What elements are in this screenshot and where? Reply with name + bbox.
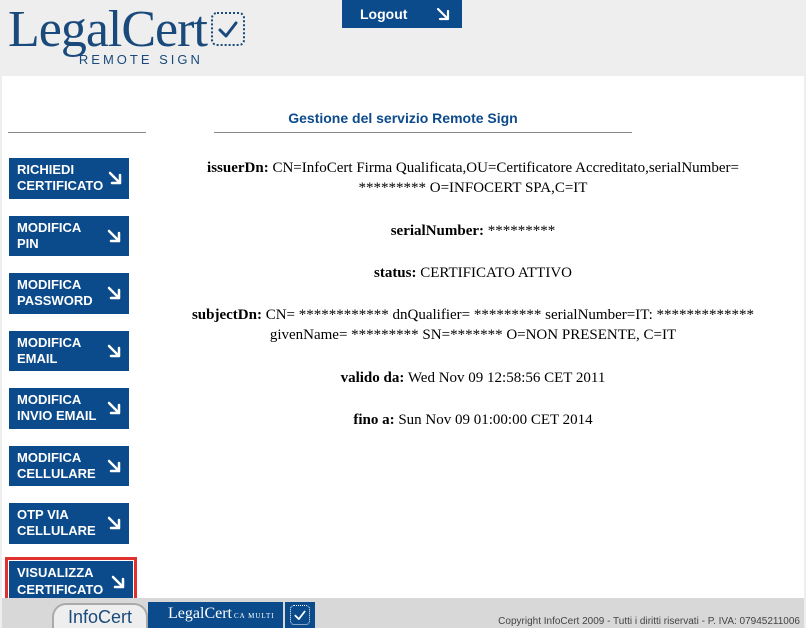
issuer-row: issuerDn: CN=InfoCert Firma Qualificata,…	[182, 158, 764, 199]
serial-row: serialNumber: *********	[182, 221, 764, 241]
sidebar-item-label: MODIFICA EMAIL	[17, 335, 105, 368]
sidebar-item[interactable]: OTP VIA CELLULARE	[9, 503, 129, 544]
infocert-logo: InfoCert	[52, 603, 148, 628]
footer-copyright: Copyright InfoCert 2009 - Tutti i diritt…	[498, 616, 804, 628]
divider	[214, 132, 632, 133]
status-row: status: CERTIFICATO ATTIVO	[182, 263, 764, 283]
sidebar-item-label: MODIFICA CELLULARE	[17, 450, 105, 483]
validto-row: fino a: Sun Nov 09 01:00:00 CET 2014	[182, 410, 764, 430]
sidebar-item[interactable]: MODIFICA PASSWORD	[9, 273, 129, 314]
arrow-icon	[105, 342, 123, 360]
sidebar-item-label: RICHIEDI CERTIFICATO	[17, 162, 107, 195]
sidebar-item[interactable]: MODIFICA PIN	[9, 216, 129, 257]
arrow-icon	[434, 5, 452, 23]
certificate-detail: issuerDn: CN=InfoCert Firma Qualificata,…	[142, 136, 804, 620]
logout-button[interactable]: Logout	[342, 0, 462, 28]
sidebar: RICHIEDI CERTIFICATO MODIFICA PIN MODIFICA…	[2, 136, 142, 620]
sidebar-item[interactable]: MODIFICA INVIO EMAIL	[9, 388, 129, 429]
sidebar-item[interactable]: RICHIEDI CERTIFICATO	[9, 158, 129, 199]
footer: InfoCert LegalCert CA MULTI Copyright In…	[2, 598, 804, 628]
subject-row: subjectDn: CN= ************ dnQualifier=…	[182, 305, 764, 346]
header: LegalCert REMOTE SIGN Logout	[0, 0, 806, 76]
page-title: Gestione del servizio Remote Sign	[2, 76, 804, 136]
sidebar-item[interactable]: MODIFICA CELLULARE	[9, 446, 129, 487]
sidebar-item-label: VISUALIZZA CERTIFICATO	[17, 565, 109, 598]
arrow-icon	[105, 399, 123, 417]
brand-logo: LegalCert REMOTE SIGN	[8, 4, 245, 67]
arrow-icon	[107, 169, 123, 187]
logout-label: Logout	[360, 6, 407, 22]
legalcert-logo: LegalCert CA MULTI	[148, 602, 283, 628]
arrow-icon	[105, 284, 123, 302]
arrow-icon	[105, 514, 123, 532]
arrow-icon	[105, 227, 123, 245]
sidebar-item-label: MODIFICA PASSWORD	[17, 277, 105, 310]
check-icon	[211, 12, 245, 46]
sidebar-item[interactable]: MODIFICA EMAIL	[9, 331, 129, 372]
divider	[8, 132, 146, 133]
validfrom-row: valido da: Wed Nov 09 12:58:56 CET 2011	[182, 368, 764, 388]
footer-check-icon	[285, 602, 315, 628]
sidebar-item-label: MODIFICA PIN	[17, 220, 105, 253]
sidebar-item-label: OTP VIA CELLULARE	[17, 507, 105, 540]
content: Gestione del servizio Remote Sign RICHIE…	[2, 76, 804, 620]
sidebar-item-label: MODIFICA INVIO EMAIL	[17, 392, 105, 425]
arrow-icon	[105, 457, 123, 475]
arrow-icon	[109, 573, 127, 591]
brand-name: LegalCert	[8, 4, 207, 56]
sidebar-item[interactable]: VISUALIZZA CERTIFICATO	[9, 561, 133, 603]
main-area: RICHIEDI CERTIFICATO MODIFICA PIN MODIFICA…	[2, 136, 804, 620]
footer-logos: InfoCert LegalCert CA MULTI	[2, 602, 315, 628]
